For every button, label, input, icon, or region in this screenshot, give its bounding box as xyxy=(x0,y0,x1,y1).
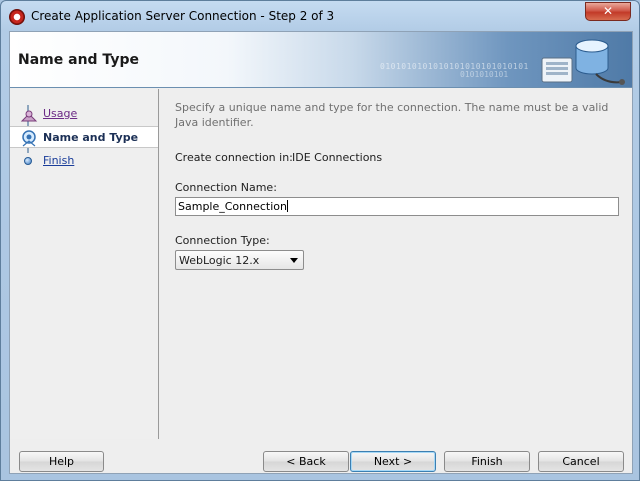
usage-step-icon xyxy=(20,110,38,122)
binary-decoration-2: 0101010101 xyxy=(460,70,509,79)
nav-step-label: Finish xyxy=(43,154,75,167)
connection-name-value: Sample_Connection xyxy=(178,200,287,213)
connection-type-select[interactable]: WebLogic 12.x xyxy=(175,250,304,270)
server-connection-icon xyxy=(541,39,625,85)
nav-step-label: Usage xyxy=(43,107,78,120)
oracle-app-icon xyxy=(9,9,25,25)
wizard-steps-nav: Usage Name and Type Finish xyxy=(10,89,159,439)
finish-button[interactable]: Finish xyxy=(444,451,530,472)
connection-name-label: Connection Name: xyxy=(175,181,277,194)
page-title: Name and Type xyxy=(18,52,139,68)
back-button[interactable]: < Back xyxy=(263,451,349,472)
close-button[interactable]: ✕ xyxy=(585,2,631,21)
cancel-button[interactable]: Cancel xyxy=(538,451,624,472)
nav-step-name-and-type[interactable]: Name and Type xyxy=(10,126,158,148)
next-button[interactable]: Next > xyxy=(350,451,436,472)
dialog-body: Name and Type 01010101010101010101010101… xyxy=(9,31,633,474)
current-step-icon xyxy=(22,130,36,147)
nav-step-usage[interactable]: Usage xyxy=(10,103,158,125)
connection-type-value: WebLogic 12.x xyxy=(179,254,260,267)
create-in-value: IDE Connections xyxy=(292,151,383,164)
instructions-text: Specify a unique name and type for the c… xyxy=(175,101,609,129)
dropdown-arrow-icon xyxy=(290,258,298,263)
connection-name-input[interactable]: Sample_Connection xyxy=(175,197,619,216)
nav-step-finish[interactable]: Finish xyxy=(10,150,158,172)
connection-type-label: Connection Type: xyxy=(175,234,270,247)
title-bar[interactable]: Create Application Server Connection - S… xyxy=(1,1,639,31)
create-in-label: Create connection in: xyxy=(175,151,293,164)
help-button[interactable]: Help xyxy=(19,451,104,472)
wizard-header: Name and Type 01010101010101010101010101… xyxy=(10,32,632,88)
window-title: Create Application Server Connection - S… xyxy=(31,9,335,23)
text-caret xyxy=(287,200,288,212)
dialog-window: Create Application Server Connection - S… xyxy=(0,0,640,481)
nav-step-label: Name and Type xyxy=(43,131,139,144)
step-bullet-icon xyxy=(24,157,32,165)
